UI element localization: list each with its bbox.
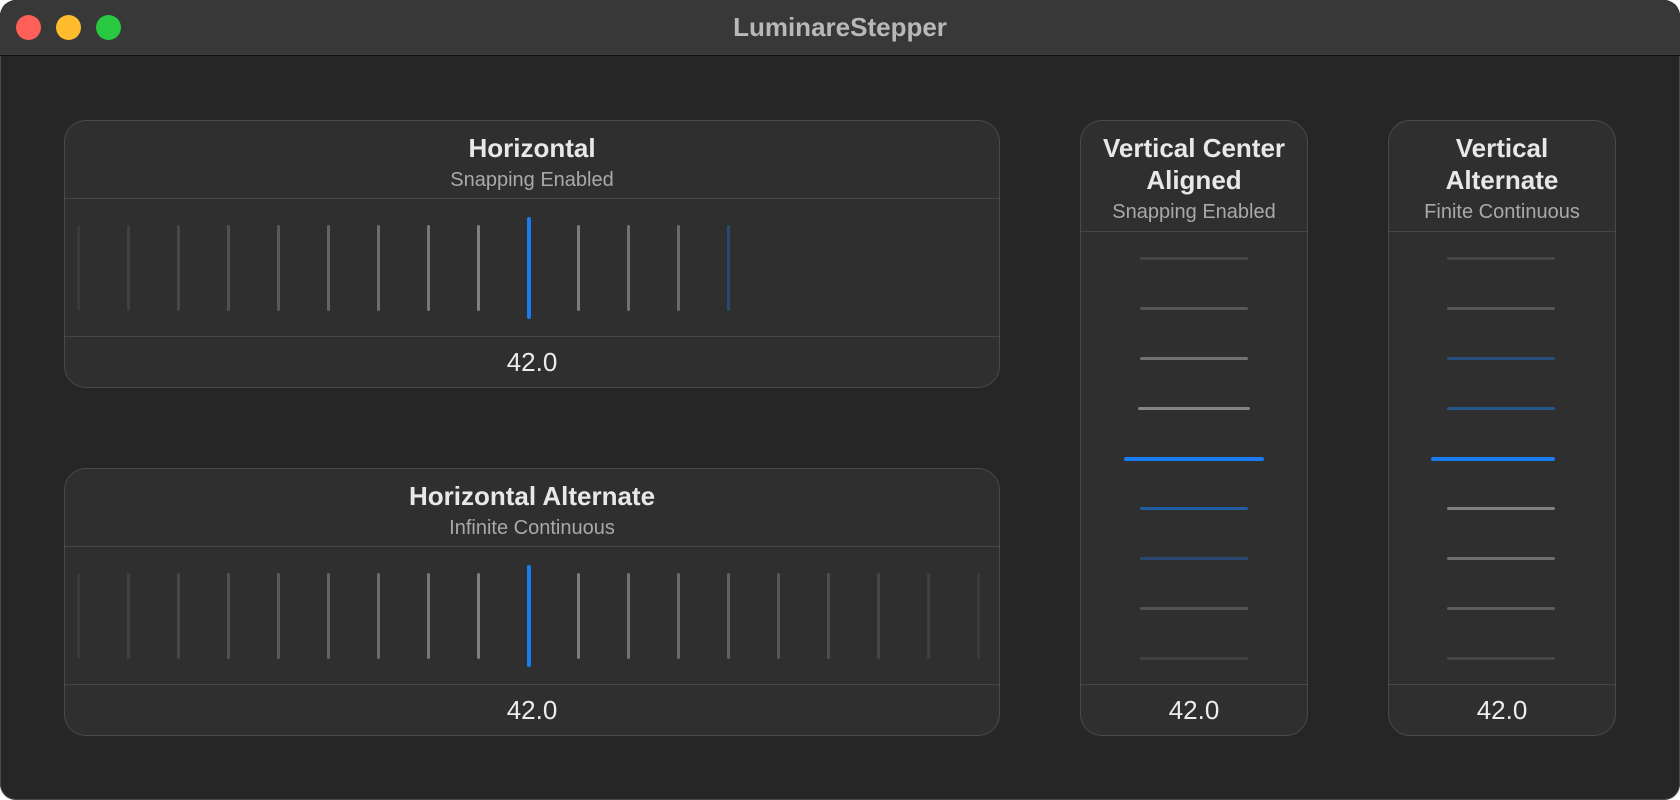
stepper-current-tick [527,216,531,319]
stepper-value: 42.0 [65,336,999,387]
stepper-tick [1140,507,1248,510]
vertical-alternate-stepper-track[interactable] [1389,233,1615,685]
stepper-current-tick [1431,457,1555,461]
stepper-tick [1447,357,1555,360]
stepper-tick [727,572,730,659]
stepper-tick [1140,357,1248,360]
stepper-tick [577,224,580,311]
horizontal-stepper-card: Horizontal Snapping Enabled 42.0 [64,120,1000,388]
window-title: LuminareStepper [733,12,947,42]
stepper-tick [1447,257,1555,260]
stepper-tick [727,224,730,311]
stepper-tick [1138,407,1250,410]
stepper-tick [327,224,330,311]
horizontal-alternate-stepper-card: Horizontal Alternate Infinite Continuous… [64,468,1000,736]
stepper-tick [1140,657,1248,660]
card-header: Vertical Center Aligned Snapping Enabled [1081,121,1307,232]
stepper-tick [477,224,480,311]
card-header: Horizontal Snapping Enabled [65,121,999,199]
title-bar: LuminareStepper [0,0,1680,56]
card-subtitle: Infinite Continuous [449,517,615,539]
stepper-tick [1447,507,1555,510]
stepper-value: 42.0 [1081,684,1307,735]
stepper-tick [377,572,380,659]
vertical-center-stepper-track[interactable] [1081,233,1307,685]
stepper-tick [677,572,680,659]
stepper-tick [927,572,930,659]
stepper-tick [127,224,130,311]
stepper-current-tick [527,564,531,667]
card-subtitle: Finite Continuous [1424,201,1580,223]
stepper-tick [827,572,830,659]
stepper-tick [877,572,880,659]
stepper-tick [1447,557,1555,560]
stepper-tick [377,224,380,311]
horizontal-stepper-track[interactable] [65,200,999,335]
stepper-tick [1447,657,1555,660]
vertical-alternate-stepper-card: Vertical Alternate Finite Continuous 42.… [1388,120,1616,736]
stepper-tick [427,224,430,311]
stepper-tick [627,572,630,659]
stepper-tick [327,572,330,659]
card-title: Vertical Alternate [1445,133,1559,195]
stepper-tick [227,224,230,311]
stepper-tick [627,224,630,311]
card-title: Horizontal [468,133,596,163]
horizontal-alternate-stepper-track[interactable] [65,548,999,683]
stepper-tick [127,572,130,659]
stepper-tick [427,572,430,659]
stepper-tick [1447,407,1555,410]
stepper-tick [1447,607,1555,610]
card-header: Vertical Alternate Finite Continuous [1389,121,1615,232]
stepper-tick [277,572,280,659]
stepper-tick [177,572,180,659]
stepper-value: 42.0 [65,684,999,735]
stepper-tick [1140,307,1248,310]
card-subtitle: Snapping Enabled [1112,201,1276,223]
stepper-value: 42.0 [1389,684,1615,735]
stepper-tick [277,224,280,311]
app-window: LuminareStepper Horizontal Snapping Enab… [0,0,1680,800]
stepper-tick [1140,557,1248,560]
card-header: Horizontal Alternate Infinite Continuous [65,469,999,547]
card-title: Horizontal Alternate [408,481,656,511]
stepper-current-tick [1124,457,1264,461]
stepper-tick [77,572,80,659]
stepper-tick [577,572,580,659]
stepper-tick [1140,607,1248,610]
stepper-tick [227,572,230,659]
stepper-tick [777,572,780,659]
stepper-tick [677,224,680,311]
stepper-tick [77,224,80,311]
stepper-tick [977,572,980,659]
card-title: Vertical Center Aligned [1102,133,1286,195]
stepper-tick [177,224,180,311]
card-subtitle: Snapping Enabled [450,169,614,191]
stepper-tick [477,572,480,659]
stepper-tick [1140,257,1248,260]
vertical-center-stepper-card: Vertical Center Aligned Snapping Enabled… [1080,120,1308,736]
stepper-tick [1447,307,1555,310]
